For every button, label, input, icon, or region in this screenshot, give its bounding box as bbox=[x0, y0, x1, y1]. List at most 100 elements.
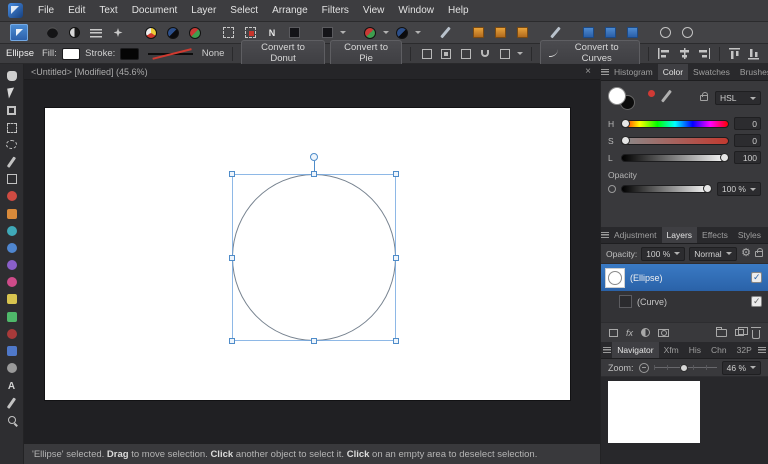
lock-layer-icon[interactable] bbox=[755, 251, 763, 257]
layer-row-ellipse[interactable]: (Ellipse) bbox=[601, 264, 768, 291]
arrange-option-icon[interactable] bbox=[579, 24, 597, 41]
red-eye-tool-icon[interactable] bbox=[3, 189, 21, 203]
menu-text[interactable]: Text bbox=[92, 0, 124, 21]
crop-tool-icon[interactable] bbox=[3, 103, 21, 117]
color-wheel-icon[interactable] bbox=[142, 24, 160, 41]
new-from-selection-icon[interactable] bbox=[263, 24, 281, 41]
saturation-slider[interactable] bbox=[621, 137, 729, 145]
dropdown-arrow-icon[interactable] bbox=[383, 31, 389, 34]
menu-filters[interactable]: Filters bbox=[315, 0, 356, 21]
navigator-page-thumbnail[interactable] bbox=[608, 381, 700, 443]
fill-color-swatch[interactable] bbox=[608, 87, 626, 105]
resize-handle-left[interactable] bbox=[229, 255, 235, 261]
view-tool-icon[interactable] bbox=[3, 69, 21, 83]
tab-adjustment[interactable]: Adjustment bbox=[609, 227, 662, 243]
red-blue-circle-icon[interactable] bbox=[393, 24, 411, 41]
colour-picker-tool-icon[interactable] bbox=[3, 396, 21, 410]
saturation-value[interactable]: 0 bbox=[734, 134, 761, 147]
resize-handle-bottom[interactable] bbox=[311, 338, 317, 344]
menu-edit[interactable]: Edit bbox=[61, 0, 92, 21]
menu-document[interactable]: Document bbox=[125, 0, 185, 21]
opacity-slider[interactable] bbox=[621, 185, 712, 193]
opacity-value-select[interactable]: 100 % bbox=[717, 182, 761, 196]
align-bottom-icon[interactable] bbox=[747, 46, 762, 61]
tab-effects[interactable]: Effects bbox=[697, 227, 733, 243]
menu-file[interactable]: File bbox=[31, 0, 61, 21]
page[interactable] bbox=[45, 108, 570, 400]
layer-thumbnail[interactable] bbox=[619, 295, 632, 308]
tab-transform[interactable]: Xfm bbox=[659, 342, 684, 358]
convert-to-pie-button[interactable]: Convert to Pie bbox=[330, 40, 403, 67]
resize-handle-top[interactable] bbox=[311, 171, 317, 177]
panel-menu-icon[interactable] bbox=[601, 227, 609, 243]
lightness-slider[interactable] bbox=[621, 154, 729, 162]
convert-to-donut-button[interactable]: Convert to Donut bbox=[241, 40, 324, 67]
resize-handle-bottom-left[interactable] bbox=[229, 338, 235, 344]
red-green-wheel-icon[interactable] bbox=[186, 24, 204, 41]
flood-select-tool-icon[interactable] bbox=[3, 172, 21, 186]
smudge-brush-tool-icon[interactable] bbox=[3, 258, 21, 272]
rotation-handle[interactable] bbox=[310, 153, 318, 161]
layers-opacity-select[interactable]: 100 % bbox=[641, 247, 685, 261]
tab-styles[interactable]: Styles bbox=[733, 227, 766, 243]
menu-help[interactable]: Help bbox=[441, 0, 476, 21]
resize-handle-bottom-right[interactable] bbox=[393, 338, 399, 344]
tab-history[interactable]: His bbox=[684, 342, 706, 358]
convert-to-curves-button[interactable]: Convert to Curves bbox=[540, 40, 640, 67]
arrange-option-icon[interactable] bbox=[601, 24, 619, 41]
color-dot-icon[interactable] bbox=[648, 90, 655, 97]
eyedropper-icon[interactable] bbox=[661, 90, 672, 103]
close-document-icon[interactable]: × bbox=[583, 67, 593, 77]
view-mode-icon[interactable] bbox=[678, 24, 696, 41]
panel-options-icon[interactable] bbox=[757, 342, 768, 358]
app-logo-icon[interactable] bbox=[8, 3, 23, 18]
node-tool-icon[interactable] bbox=[3, 361, 21, 375]
snap-option-icon[interactable] bbox=[469, 24, 487, 41]
tab-brushes[interactable]: Brushes bbox=[735, 64, 768, 80]
layer-row-curve[interactable]: (Curve) bbox=[601, 291, 768, 312]
healing-brush-tool-icon[interactable] bbox=[3, 207, 21, 221]
tab-color[interactable]: Color bbox=[658, 64, 688, 80]
resize-handle-top-left[interactable] bbox=[229, 171, 235, 177]
clone-brush-tool-icon[interactable] bbox=[3, 224, 21, 238]
persona-icon[interactable] bbox=[10, 24, 28, 41]
half-circle-icon[interactable] bbox=[65, 24, 83, 41]
marquee-icon[interactable] bbox=[219, 24, 237, 41]
dropdown-arrow-icon[interactable] bbox=[415, 31, 421, 34]
blend-mode-select[interactable]: Normal bbox=[689, 247, 737, 261]
color-mode-select[interactable]: HSL bbox=[715, 91, 761, 105]
mask-icon[interactable] bbox=[658, 329, 669, 337]
navigator-preview[interactable] bbox=[601, 377, 768, 464]
dropdown-arrow-icon[interactable] bbox=[340, 31, 346, 34]
arrange-option-icon[interactable] bbox=[623, 24, 641, 41]
snap-bounds-icon[interactable] bbox=[439, 46, 454, 61]
menu-layer[interactable]: Layer bbox=[184, 0, 223, 21]
align-top-icon[interactable] bbox=[728, 46, 743, 61]
flood-fill-tool-icon[interactable] bbox=[3, 310, 21, 324]
menu-select[interactable]: Select bbox=[223, 0, 265, 21]
zoom-slider[interactable] bbox=[654, 363, 717, 372]
star-icon[interactable] bbox=[109, 24, 127, 41]
syringe-icon[interactable] bbox=[436, 24, 454, 41]
gear-icon[interactable]: ⚙ bbox=[741, 248, 751, 259]
snap-grid-icon[interactable] bbox=[419, 46, 434, 61]
delete-layer-icon[interactable] bbox=[752, 330, 760, 339]
adjustment-icon[interactable] bbox=[641, 328, 650, 337]
add-layer-icon[interactable] bbox=[735, 329, 744, 336]
fill-swatch[interactable] bbox=[62, 48, 80, 60]
active-colors[interactable] bbox=[608, 87, 638, 113]
move-tool-icon[interactable] bbox=[3, 86, 21, 100]
panel-menu-icon[interactable] bbox=[601, 64, 609, 80]
stroke-swatch[interactable] bbox=[120, 48, 138, 60]
zoom-out-icon[interactable] bbox=[639, 363, 649, 373]
circle-icon[interactable] bbox=[43, 24, 61, 41]
layer-thumbnail[interactable] bbox=[605, 268, 625, 288]
tool-options-icon[interactable] bbox=[318, 24, 336, 41]
text-tool-icon[interactable] bbox=[3, 378, 21, 392]
tab-layers[interactable]: Layers bbox=[662, 227, 698, 243]
align-right-icon[interactable] bbox=[696, 46, 711, 61]
sliders-icon[interactable] bbox=[87, 24, 105, 41]
menu-arrange[interactable]: Arrange bbox=[265, 0, 315, 21]
align-center-icon[interactable] bbox=[677, 46, 692, 61]
hue-slider[interactable] bbox=[621, 120, 729, 128]
